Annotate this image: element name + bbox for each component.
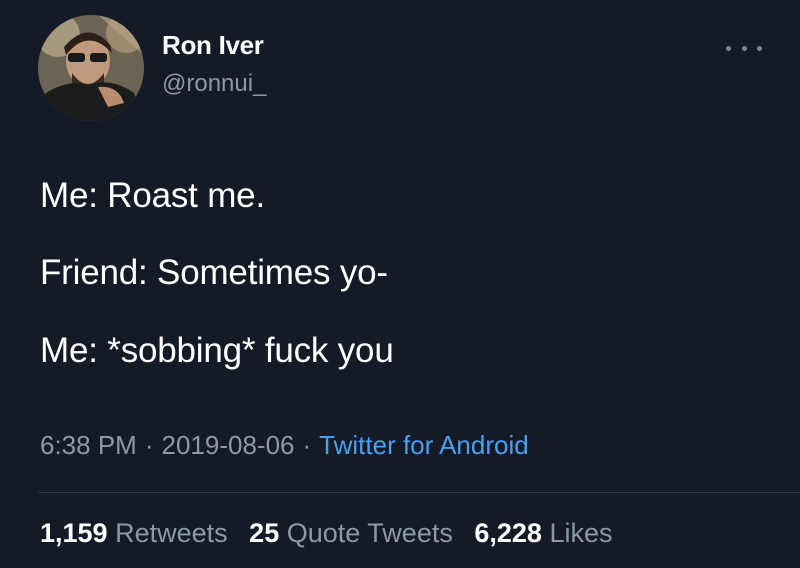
likes-count: 6,228 <box>474 518 542 548</box>
avatar-photo <box>38 15 144 121</box>
engagement-stats: 1,159 Retweets 25 Quote Tweets 6,228 Lik… <box>40 518 626 549</box>
display-name[interactable]: Ron Iver <box>162 30 264 61</box>
divider <box>38 492 800 493</box>
separator: · <box>144 430 154 460</box>
retweets-count: 1,159 <box>40 518 108 548</box>
tweet-time[interactable]: 6:38 PM <box>40 430 137 460</box>
retweets-stat[interactable]: 1,159 Retweets <box>40 518 235 548</box>
retweets-label: Retweets <box>115 518 228 548</box>
separator: · <box>302 430 312 460</box>
user-handle[interactable]: @ronnui_ <box>162 70 266 98</box>
quote-tweets-label: Quote Tweets <box>286 518 453 548</box>
tweet-card: Ron Iver @ronnui_ Me: Roast me. Friend: … <box>0 0 800 568</box>
tweet-metadata: 6:38 PM · 2019-08-06 · Twitter for Android <box>40 430 529 461</box>
tweet-source-link[interactable]: Twitter for Android <box>319 430 529 460</box>
more-options-icon[interactable] <box>726 38 762 58</box>
likes-label: Likes <box>549 518 613 548</box>
tweet-text-line: Me: *sobbing* fuck you <box>40 331 394 370</box>
tweet-text-line: Friend: Sometimes yo- <box>40 253 388 292</box>
tweet-date[interactable]: 2019-08-06 <box>162 430 295 460</box>
tweet-text-line: Me: Roast me. <box>40 176 265 215</box>
quote-tweets-count: 25 <box>249 518 280 548</box>
avatar[interactable] <box>38 15 144 121</box>
dot-icon <box>757 45 762 51</box>
dot-icon <box>741 45 747 51</box>
likes-stat[interactable]: 6,228 Likes <box>474 518 612 548</box>
quote-tweets-stat[interactable]: 25 Quote Tweets <box>249 518 460 548</box>
dot-icon <box>726 45 731 51</box>
